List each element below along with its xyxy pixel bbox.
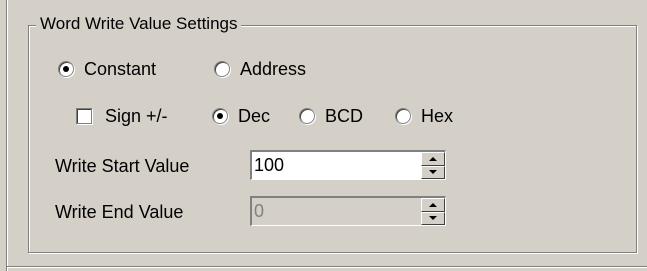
up-arrow-icon (429, 156, 437, 161)
up-arrow-icon (429, 202, 437, 207)
bcd-radio[interactable]: BCD (299, 105, 363, 127)
write-start-value-input[interactable] (254, 153, 414, 177)
hex-radio-label[interactable]: Hex (421, 105, 453, 127)
dec-radio-indicator[interactable] (212, 108, 228, 124)
down-arrow-icon (429, 170, 437, 175)
down-arrow-icon (429, 216, 437, 221)
hex-radio-indicator[interactable] (395, 108, 411, 124)
bcd-radio-label[interactable]: BCD (325, 105, 363, 127)
sign-checkbox-label[interactable]: Sign +/- (105, 105, 168, 127)
bcd-radio-indicator[interactable] (299, 108, 315, 124)
address-radio[interactable]: Address (214, 58, 306, 80)
constant-radio-indicator[interactable] (58, 61, 74, 77)
write-end-decrement-button (421, 211, 445, 225)
write-end-increment-button (421, 198, 445, 212)
write-end-value-label: Write End Value (55, 202, 184, 222)
word-write-value-settings-panel: Word Write Value Settings Constant Addre… (0, 0, 647, 271)
groupbox-title: Word Write Value Settings (36, 13, 242, 35)
constant-radio[interactable]: Constant (58, 58, 156, 80)
write-start-spin-buttons[interactable] (421, 152, 445, 179)
write-end-spin-buttons (421, 198, 445, 225)
left-divider-highlight (7, 0, 8, 271)
write-start-decrement-button[interactable] (421, 165, 445, 179)
dec-radio[interactable]: Dec (212, 105, 270, 127)
address-radio-indicator[interactable] (214, 61, 230, 77)
dec-radio-label[interactable]: Dec (238, 105, 270, 127)
write-start-value-spin[interactable] (250, 150, 446, 180)
address-radio-label[interactable]: Address (240, 58, 306, 80)
sign-checkbox[interactable]: Sign +/- (76, 105, 168, 127)
hex-radio[interactable]: Hex (395, 105, 453, 127)
write-start-value-label: Write Start Value (55, 156, 190, 176)
constant-radio-label[interactable]: Constant (84, 58, 156, 80)
write-end-value-spin (250, 196, 446, 226)
write-start-increment-button[interactable] (421, 152, 445, 166)
sign-checkbox-box[interactable] (76, 108, 92, 124)
bottom-divider-highlight (7, 267, 647, 268)
write-end-value-input (254, 199, 414, 223)
